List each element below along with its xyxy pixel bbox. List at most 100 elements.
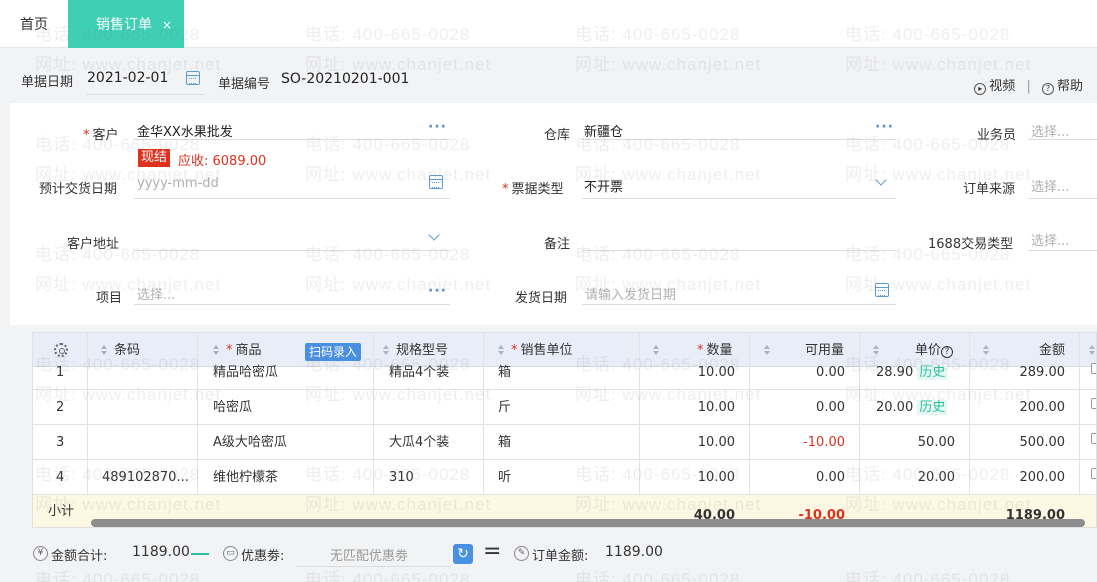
- price-cell[interactable]: 50.00: [859, 425, 955, 460]
- subtotal-label: 小计: [48, 504, 75, 519]
- invoice-label: * 票据类型: [502, 182, 564, 197]
- toolbar-right: ▸ 视频 | ? 帮助: [974, 75, 1083, 95]
- ship-date-label: 发货日期: [515, 291, 568, 306]
- unit-cell[interactable]: 斤: [498, 390, 511, 425]
- table-row[interactable]: 4 489102870... 维他柠檬茶 310 听 10.00 0.00 20…: [33, 460, 1096, 495]
- close-icon[interactable]: ×: [162, 0, 172, 50]
- row-number: 4: [56, 470, 65, 485]
- sort-icon: [383, 345, 390, 355]
- warehouse-label: 仓库: [544, 128, 571, 143]
- row-checkbox[interactable]: [1091, 468, 1096, 479]
- tab-bar: 首页 销售订单 ×: [0, 0, 1097, 48]
- date-field[interactable]: 2021-02-01: [87, 70, 168, 86]
- table-row[interactable]: 3 A级大哈密瓜 大瓜4个装 箱 10.00 -10.00 50.00 500.…: [33, 425, 1096, 460]
- horizontal-scrollbar[interactable]: [91, 519, 1085, 527]
- customer-value: 金华XX水果批发: [137, 125, 233, 140]
- qty-cell[interactable]: 10.00: [639, 460, 735, 495]
- warehouse-value: 新疆仓: [584, 125, 624, 140]
- spec-cell[interactable]: 310: [389, 460, 414, 495]
- code-label: 单据编号: [218, 77, 271, 92]
- address-field[interactable]: [134, 227, 450, 251]
- order-amount-icon: ✎: [514, 546, 529, 561]
- coupon-label: 优惠劵:: [241, 549, 285, 564]
- watermark-site: 网址: www.chanjet.net: [845, 55, 1032, 74]
- row-number: 1: [56, 365, 65, 380]
- history-link[interactable]: 历史: [917, 365, 948, 380]
- amount-cell[interactable]: 200.00: [969, 390, 1066, 425]
- table-row[interactable]: 2 哈密瓜 斤 10.00 0.00 20.00 历史 200.00: [33, 390, 1096, 425]
- qty-cell[interactable]: 10.00: [639, 355, 735, 390]
- delivery-label: 预计交货日期: [39, 182, 118, 197]
- unit-cell[interactable]: 箱: [498, 425, 511, 460]
- remark-field[interactable]: [582, 227, 896, 251]
- project-placeholder: 选择...: [137, 288, 176, 303]
- minus-icon: [191, 553, 209, 555]
- project-field[interactable]: [134, 281, 450, 305]
- unit-cell[interactable]: 箱: [498, 355, 511, 390]
- row-checkbox[interactable]: [1091, 398, 1096, 409]
- order-form: * 客户 金华XX水果批发 ··· 现结 应收: 6089.00 仓库 新疆仓 ·…: [10, 103, 1097, 325]
- date-label: 单据日期: [21, 75, 74, 90]
- calendar-icon[interactable]: [875, 283, 889, 297]
- source-label: 订单来源: [963, 182, 1016, 197]
- toolbar-separator: |: [1026, 79, 1031, 94]
- total-value: 1189.00: [132, 544, 190, 560]
- barcode-cell[interactable]: 489102870...: [102, 460, 192, 495]
- total-label: 金额合计:: [51, 549, 108, 564]
- order-amount-label: 订单金额:: [532, 549, 589, 564]
- calendar-icon[interactable]: [186, 71, 200, 85]
- price-cell[interactable]: 28.90 历史: [876, 355, 948, 390]
- row-checkbox[interactable]: [1091, 433, 1096, 444]
- calendar-icon[interactable]: [429, 175, 443, 189]
- amount-cell[interactable]: 500.00: [969, 425, 1066, 460]
- refresh-icon[interactable]: ↻: [453, 544, 473, 564]
- invoice-select[interactable]: [582, 175, 896, 199]
- help-link[interactable]: ? 帮助: [1041, 79, 1083, 95]
- more-icon[interactable]: ···: [875, 119, 894, 135]
- play-icon: ▸: [974, 83, 987, 95]
- avail-cell: 0.00: [816, 365, 845, 380]
- sort-icon: [213, 345, 220, 355]
- trade-type-label: 1688交易类型: [928, 237, 1014, 252]
- code-field[interactable]: SO-20210201-001: [281, 71, 409, 87]
- row-checkbox[interactable]: [1091, 363, 1096, 374]
- more-icon[interactable]: ···: [428, 119, 447, 135]
- project-label: 项目: [96, 291, 123, 306]
- order-amount-value: 1189.00: [605, 544, 663, 560]
- warehouse-field[interactable]: [582, 116, 896, 140]
- amount-cell[interactable]: 289.00: [969, 355, 1066, 390]
- price-cell[interactable]: 20.00: [859, 460, 955, 495]
- coupon-icon: ▭: [223, 546, 238, 561]
- qty-cell[interactable]: 10.00: [639, 390, 735, 425]
- row-number: 2: [56, 400, 65, 415]
- product-cell[interactable]: 维他柠檬茶: [213, 460, 278, 495]
- source-placeholder: 选择...: [1031, 180, 1070, 195]
- tab-home[interactable]: 首页: [0, 0, 68, 48]
- coupon-value[interactable]: 无匹配优惠劵: [330, 545, 408, 564]
- delivery-placeholder: yyyy-mm-dd: [137, 176, 219, 191]
- remark-label: 备注: [544, 237, 571, 252]
- trade-type-placeholder: 选择...: [1031, 234, 1070, 249]
- product-cell[interactable]: 精品哈密瓜: [213, 355, 278, 390]
- address-label: 客户地址: [67, 237, 120, 252]
- video-link[interactable]: ▸ 视频: [974, 79, 1015, 95]
- sort-icon: [498, 345, 505, 355]
- tab-sales-order[interactable]: 销售订单 ×: [68, 0, 184, 48]
- product-cell[interactable]: 哈密瓜: [213, 390, 252, 425]
- customer-label: * 客户: [83, 128, 119, 143]
- qty-cell[interactable]: 10.00: [639, 425, 735, 460]
- price-cell[interactable]: 20.00 历史: [876, 390, 948, 425]
- table-row[interactable]: 1 精品哈密瓜 精品4个装 箱 10.00 0.00 28.90 历史 289.…: [33, 355, 1096, 390]
- avail-cell: -10.00: [803, 435, 845, 450]
- product-cell[interactable]: A级大哈密瓜: [213, 425, 287, 460]
- more-icon[interactable]: ···: [428, 283, 447, 299]
- amount-cell[interactable]: 200.00: [969, 460, 1066, 495]
- invoice-value: 不开票: [584, 180, 624, 195]
- unit-cell[interactable]: 听: [498, 460, 511, 495]
- ship-date-placeholder: 请输入发货日期: [585, 288, 677, 303]
- spec-cell[interactable]: 精品4个装: [389, 355, 449, 390]
- row-number: 3: [56, 435, 65, 450]
- history-link[interactable]: 历史: [917, 400, 948, 415]
- spec-cell[interactable]: 大瓜4个装: [389, 425, 449, 460]
- equals-sign: =: [483, 539, 502, 564]
